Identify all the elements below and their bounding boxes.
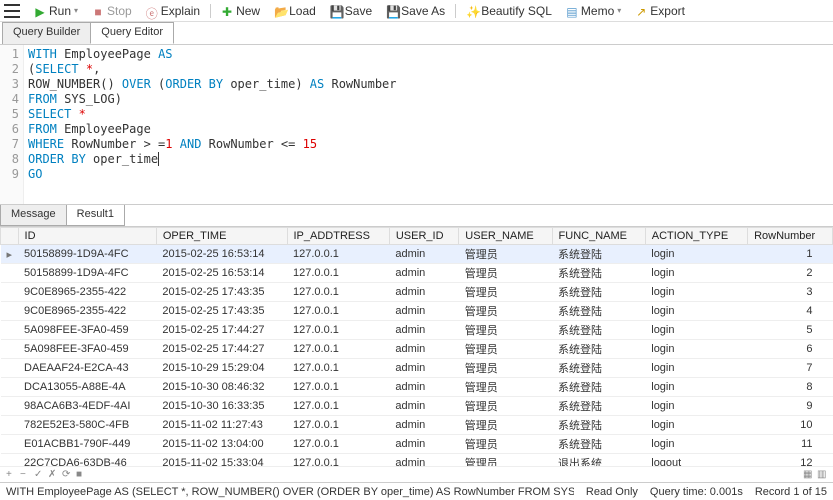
form-view-icon[interactable]: ▥ [817, 470, 827, 480]
save-button[interactable]: 💾Save [324, 3, 378, 19]
tab-message[interactable]: Message [0, 205, 67, 226]
status-mode: Read Only [586, 486, 638, 498]
editor-tabs: Query Builder Query Editor [0, 22, 833, 44]
cancel-icon[interactable]: ✗ [48, 470, 58, 480]
beautify-button[interactable]: ✨Beautify SQL [460, 3, 558, 19]
column-header[interactable]: USER_NAME [459, 228, 552, 245]
tab-query-builder[interactable]: Query Builder [2, 22, 91, 44]
result-table: IDOPER_TIMEIP_ADDTRESSUSER_IDUSER_NAMEFU… [0, 227, 833, 466]
status-record: Record 1 of 15 [755, 486, 827, 498]
menu-icon[interactable] [4, 4, 20, 18]
table-row[interactable]: 5A098FEE-3FA0-4592015-02-25 17:44:27127.… [1, 321, 833, 340]
table-row[interactable]: 5A098FEE-3FA0-4592015-02-25 17:44:27127.… [1, 340, 833, 359]
refresh-icon[interactable]: ⟳ [62, 470, 72, 480]
column-header[interactable]: OPER_TIME [156, 228, 287, 245]
column-header[interactable]: FUNC_NAME [552, 228, 645, 245]
disk-icon: 💾 [330, 5, 342, 17]
memo-button[interactable]: ▤Memo▾ [560, 3, 627, 19]
dropdown-icon: ▾ [617, 6, 621, 15]
dropdown-icon: ▾ [74, 6, 78, 15]
commit-icon[interactable]: ✓ [34, 470, 44, 480]
column-header[interactable]: IP_ADDTRESS [287, 228, 389, 245]
save-as-button[interactable]: 💾Save As [380, 3, 451, 19]
result-grid[interactable]: IDOPER_TIMEIP_ADDTRESSUSER_IDUSER_NAMEFU… [0, 226, 833, 466]
grid-view-icon[interactable]: ▦ [803, 470, 813, 480]
tab-query-editor[interactable]: Query Editor [90, 22, 174, 44]
column-header[interactable]: ID [18, 228, 156, 245]
explain-icon: ⓔ [146, 5, 158, 17]
tab-result1[interactable]: Result1 [66, 205, 125, 226]
explain-button[interactable]: ⓔExplain [140, 3, 206, 19]
table-row[interactable]: 782E52E3-580C-4FB2015-11-02 11:27:43127.… [1, 416, 833, 435]
table-row[interactable]: 22C7CDA6-63DB-462015-11-02 15:33:04127.0… [1, 454, 833, 467]
column-header[interactable]: USER_ID [389, 228, 458, 245]
wand-icon: ✨ [466, 5, 478, 17]
status-sql: WITH EmployeePage AS (SELECT *, ROW_NUMB… [6, 486, 574, 498]
stop-icon: ■ [92, 5, 104, 17]
table-row[interactable]: E01ACBB1-790F-4492015-11-02 13:04:00127.… [1, 435, 833, 454]
table-row[interactable]: 98ACA6B3-4EDF-4AI2015-10-30 16:33:35127.… [1, 397, 833, 416]
status-time: Query time: 0.001s [650, 486, 743, 498]
plus-icon: ✚ [221, 5, 233, 17]
play-icon: ▶ [34, 5, 46, 17]
separator [210, 4, 211, 18]
table-row[interactable]: DCA13055-A88E-4A2015-10-30 08:46:32127.0… [1, 378, 833, 397]
grid-toolbar: + − ✓ ✗ ⟳ ■ ▦ ▥ [0, 466, 833, 482]
table-row[interactable]: 9C0E8965-2355-4222015-02-25 17:43:35127.… [1, 302, 833, 321]
disk-icon: 💾 [386, 5, 398, 17]
run-button[interactable]: ▶Run▾ [28, 3, 84, 19]
load-button[interactable]: 📂Load [268, 3, 322, 19]
folder-icon: 📂 [274, 5, 286, 17]
table-row[interactable]: ▸50158899-1D9A-4FC2015-02-25 16:53:14127… [1, 245, 833, 264]
stop-button[interactable]: ■Stop [86, 3, 138, 19]
result-tabs: Message Result1 [0, 204, 833, 226]
line-gutter: 123456789 [0, 45, 24, 204]
table-row[interactable]: 9C0E8965-2355-4222015-02-25 17:43:35127.… [1, 283, 833, 302]
separator [455, 4, 456, 18]
export-button[interactable]: ↗Export [629, 3, 691, 19]
stop-fetch-icon[interactable]: ■ [76, 470, 86, 480]
add-row-icon[interactable]: + [6, 470, 16, 480]
new-button[interactable]: ✚New [215, 3, 266, 19]
note-icon: ▤ [566, 5, 578, 17]
table-row[interactable]: 50158899-1D9A-4FC2015-02-25 16:53:14127.… [1, 264, 833, 283]
column-header[interactable]: RowNumber [748, 228, 833, 245]
status-bar: WITH EmployeePage AS (SELECT *, ROW_NUMB… [0, 482, 833, 500]
main-toolbar: ▶Run▾ ■Stop ⓔExplain ✚New 📂Load 💾Save 💾S… [0, 0, 833, 22]
table-row[interactable]: DAEAAF24-E2CA-432015-10-29 15:29:04127.0… [1, 359, 833, 378]
sql-editor[interactable]: 123456789 WITH EmployeePage AS(SELECT *,… [0, 44, 833, 204]
code-area[interactable]: WITH EmployeePage AS(SELECT *,ROW_NUMBER… [24, 45, 833, 204]
column-header[interactable]: ACTION_TYPE [645, 228, 747, 245]
delete-row-icon[interactable]: − [20, 470, 30, 480]
export-icon: ↗ [635, 5, 647, 17]
